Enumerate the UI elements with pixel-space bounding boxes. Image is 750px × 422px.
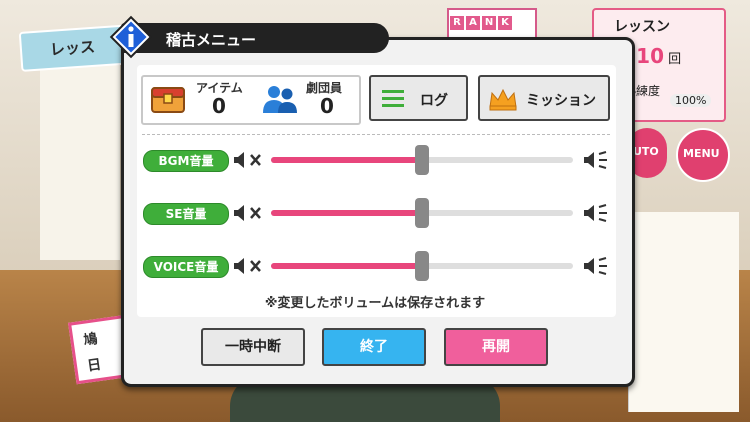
item-count-value: 0	[212, 94, 226, 118]
end-button[interactable]: 終了	[322, 328, 426, 366]
pause-button[interactable]: 一時中断	[201, 328, 305, 366]
log-button[interactable]: ログ	[369, 75, 468, 121]
speaker-loud-icon	[584, 204, 607, 222]
dialog-title: 稽古メニュー	[166, 31, 257, 49]
bgm-volume-handle[interactable]	[415, 145, 429, 175]
voice-volume-label: VOICE音量	[143, 256, 229, 278]
auto-button-label: UTO	[633, 145, 659, 158]
member-count-value: 0	[320, 94, 334, 118]
se-volume-label: SE音量	[143, 203, 229, 225]
speaker-loud-icon	[584, 151, 607, 169]
speaker-mute-icon	[234, 152, 261, 168]
rank-letter: K	[498, 16, 512, 30]
lesson-proficiency-value: 100%	[670, 94, 712, 107]
treasure-chest-icon	[151, 87, 185, 113]
voice-volume-handle[interactable]	[415, 251, 429, 281]
se-volume-handle[interactable]	[415, 198, 429, 228]
resume-button[interactable]: 再開	[444, 328, 548, 366]
lesson-counter-title: レッスン	[614, 19, 670, 35]
log-button-label: ログ	[420, 93, 448, 109]
info-icon	[109, 15, 153, 59]
bgm-volume-fill	[271, 157, 422, 163]
menu-button-label: MENU	[683, 147, 720, 160]
background-menu-button: MENU	[676, 128, 730, 182]
voice-volume-fill	[271, 263, 422, 269]
se-volume-slider[interactable]	[271, 198, 573, 228]
mission-button[interactable]: ミッション	[478, 75, 610, 121]
se-volume-fill	[271, 210, 422, 216]
people-icon	[263, 86, 297, 113]
speaker-loud-icon	[584, 257, 607, 275]
speaker-mute-icon	[234, 258, 261, 274]
rank-letter: R	[450, 16, 464, 30]
section-divider	[142, 134, 610, 135]
list-icon	[382, 90, 404, 107]
background-notebook	[628, 212, 739, 412]
voice-volume-slider[interactable]	[271, 251, 573, 281]
bgm-volume-label: BGM音量	[143, 150, 229, 172]
volume-save-note: ※変更したボリュームは保存されます	[264, 296, 486, 311]
bgm-volume-slider[interactable]	[271, 145, 573, 175]
rank-letter: N	[482, 16, 496, 30]
background-lesson-tab-label: レッス	[49, 37, 96, 59]
rank-letter: A	[466, 16, 480, 30]
speaker-mute-icon	[234, 205, 261, 221]
crown-icon	[489, 88, 517, 111]
background-window	[40, 60, 123, 260]
mission-button-label: ミッション	[526, 93, 596, 109]
